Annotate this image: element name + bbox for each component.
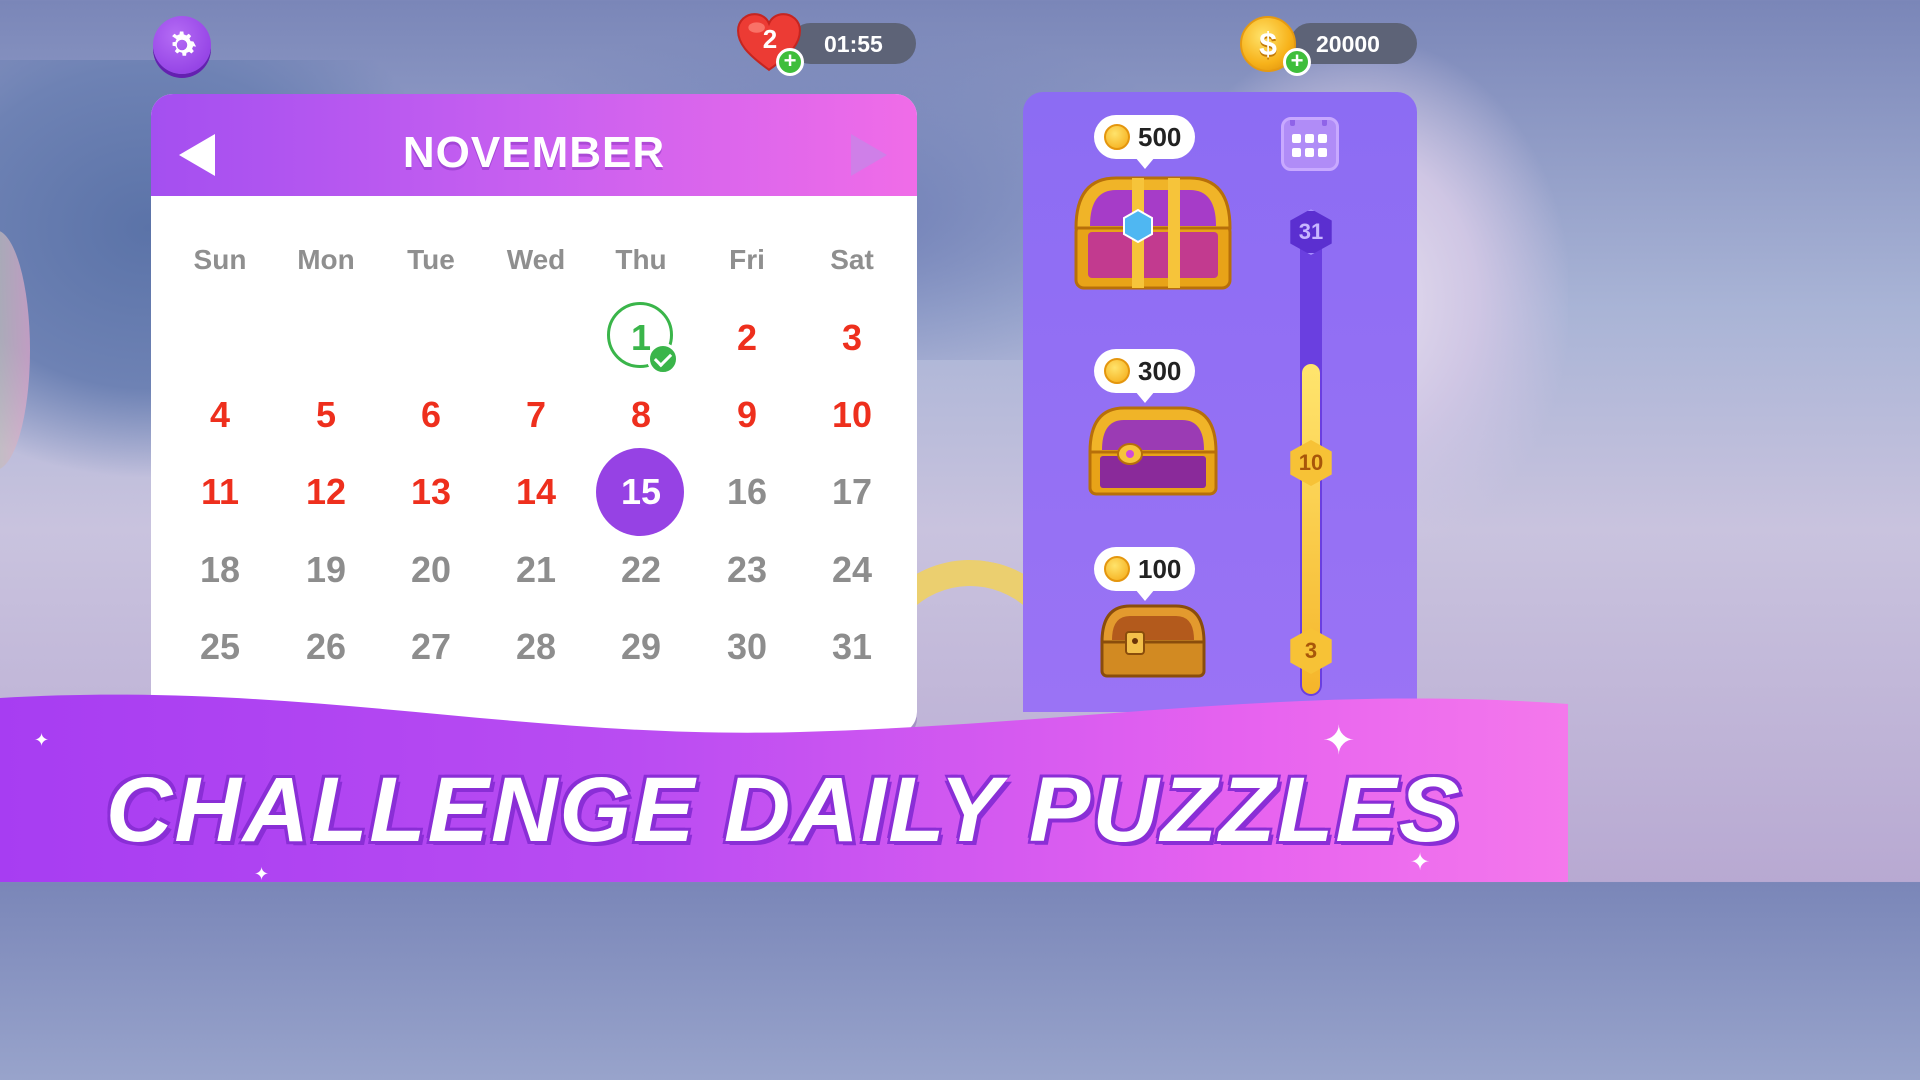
small-treasure-chest-icon[interactable] bbox=[1098, 602, 1208, 680]
calendar-day[interactable]: 21 bbox=[483, 549, 589, 591]
calendar-day[interactable]: 17 bbox=[799, 471, 905, 513]
weekday-label: Tue bbox=[407, 244, 455, 275]
coin-icon bbox=[1104, 556, 1130, 582]
calendar-day[interactable]: 26 bbox=[273, 626, 379, 668]
weekday-label: Mon bbox=[297, 244, 355, 275]
calendar-grid-icon bbox=[1290, 114, 1327, 157]
sparkle-icon: ✦ bbox=[1410, 848, 1431, 876]
large-treasure-chest-icon[interactable] bbox=[1072, 172, 1234, 292]
sparkle-icon: ✦ bbox=[1322, 718, 1356, 764]
reward-amount: 300 bbox=[1138, 355, 1182, 386]
calendar-day[interactable]: 31 bbox=[799, 626, 905, 668]
coin-balance: 20000 bbox=[1316, 31, 1380, 57]
weekday-label: Wed bbox=[506, 244, 566, 275]
calendar-day[interactable]: 2 bbox=[694, 317, 800, 359]
calendar-day[interactable]: 11 bbox=[167, 471, 273, 513]
calendar-day[interactable]: 14 bbox=[483, 471, 589, 513]
calendar-day[interactable]: 22 bbox=[588, 549, 694, 591]
sparkle-icon: ✦ bbox=[34, 730, 50, 751]
calendar-day[interactable]: 19 bbox=[273, 549, 379, 591]
weekday-label: Thu bbox=[615, 244, 667, 275]
banner-headline: CHALLENGE DAILY PUZZLES bbox=[105, 759, 1463, 861]
calendar-day[interactable]: 23 bbox=[694, 549, 800, 591]
calendar-day[interactable]: 10 bbox=[799, 394, 905, 436]
reward-amount: 100 bbox=[1138, 553, 1182, 584]
reward-amount-bubble: 500 bbox=[1094, 115, 1196, 169]
lives-timer-pill: 01:55 bbox=[790, 23, 916, 64]
weekday-label: Sun bbox=[193, 244, 247, 275]
calendar-day-today[interactable]: 15 bbox=[588, 471, 694, 513]
sparkle-icon: ✦ bbox=[254, 864, 270, 885]
add-lives-button[interactable]: + bbox=[776, 48, 804, 76]
weekday-label: Fri bbox=[729, 244, 765, 275]
calendar-day[interactable]: 4 bbox=[167, 394, 273, 436]
calendar-day[interactable]: 8 bbox=[588, 394, 694, 436]
calendar-day[interactable]: 20 bbox=[378, 549, 484, 591]
gear-icon bbox=[172, 31, 197, 56]
add-coins-button[interactable]: + bbox=[1283, 48, 1311, 76]
calendar-icon[interactable] bbox=[1281, 114, 1339, 171]
month-title: NOVEMBER bbox=[402, 128, 666, 177]
calendar-day[interactable]: 6 bbox=[378, 394, 484, 436]
reward-amount: 500 bbox=[1138, 121, 1182, 152]
calendar-header: NOVEMBER bbox=[151, 94, 917, 196]
calendar-day[interactable]: 13 bbox=[378, 471, 484, 513]
reward-amount-bubble: 300 bbox=[1094, 349, 1196, 403]
calendar-day[interactable]: 18 bbox=[167, 549, 273, 591]
calendar-day[interactable]: 28 bbox=[483, 626, 589, 668]
calendar-day[interactable]: 5 bbox=[273, 394, 379, 436]
calendar-day[interactable]: 25 bbox=[167, 626, 273, 668]
calendar-day[interactable]: 30 bbox=[694, 626, 800, 668]
calendar-day[interactable]: 9 bbox=[694, 394, 800, 436]
coin-icon bbox=[1104, 124, 1130, 150]
calendar-day[interactable]: 24 bbox=[799, 549, 905, 591]
calendar-card: NOVEMBER Sun Mon Tue Wed Thu Fri Sat 1 2… bbox=[151, 94, 917, 734]
lives-timer: 01:55 bbox=[824, 31, 883, 57]
calendar-day[interactable]: 29 bbox=[588, 626, 694, 668]
settings-button[interactable] bbox=[153, 16, 211, 74]
next-month-arrow-icon[interactable] bbox=[851, 134, 887, 176]
calendar-day[interactable]: 27 bbox=[378, 626, 484, 668]
reward-amount-bubble: 100 bbox=[1094, 547, 1196, 601]
calendar-day[interactable]: 16 bbox=[694, 471, 800, 513]
calendar-day[interactable]: 12 bbox=[273, 471, 379, 513]
medium-treasure-chest-icon[interactable] bbox=[1086, 404, 1220, 498]
calendar-day-completed[interactable]: 1 bbox=[588, 317, 694, 359]
weekday-label: Sat bbox=[830, 244, 874, 275]
calendar-day[interactable]: 3 bbox=[799, 317, 905, 359]
coin-icon bbox=[1104, 358, 1130, 384]
calendar-day[interactable]: 7 bbox=[483, 394, 589, 436]
